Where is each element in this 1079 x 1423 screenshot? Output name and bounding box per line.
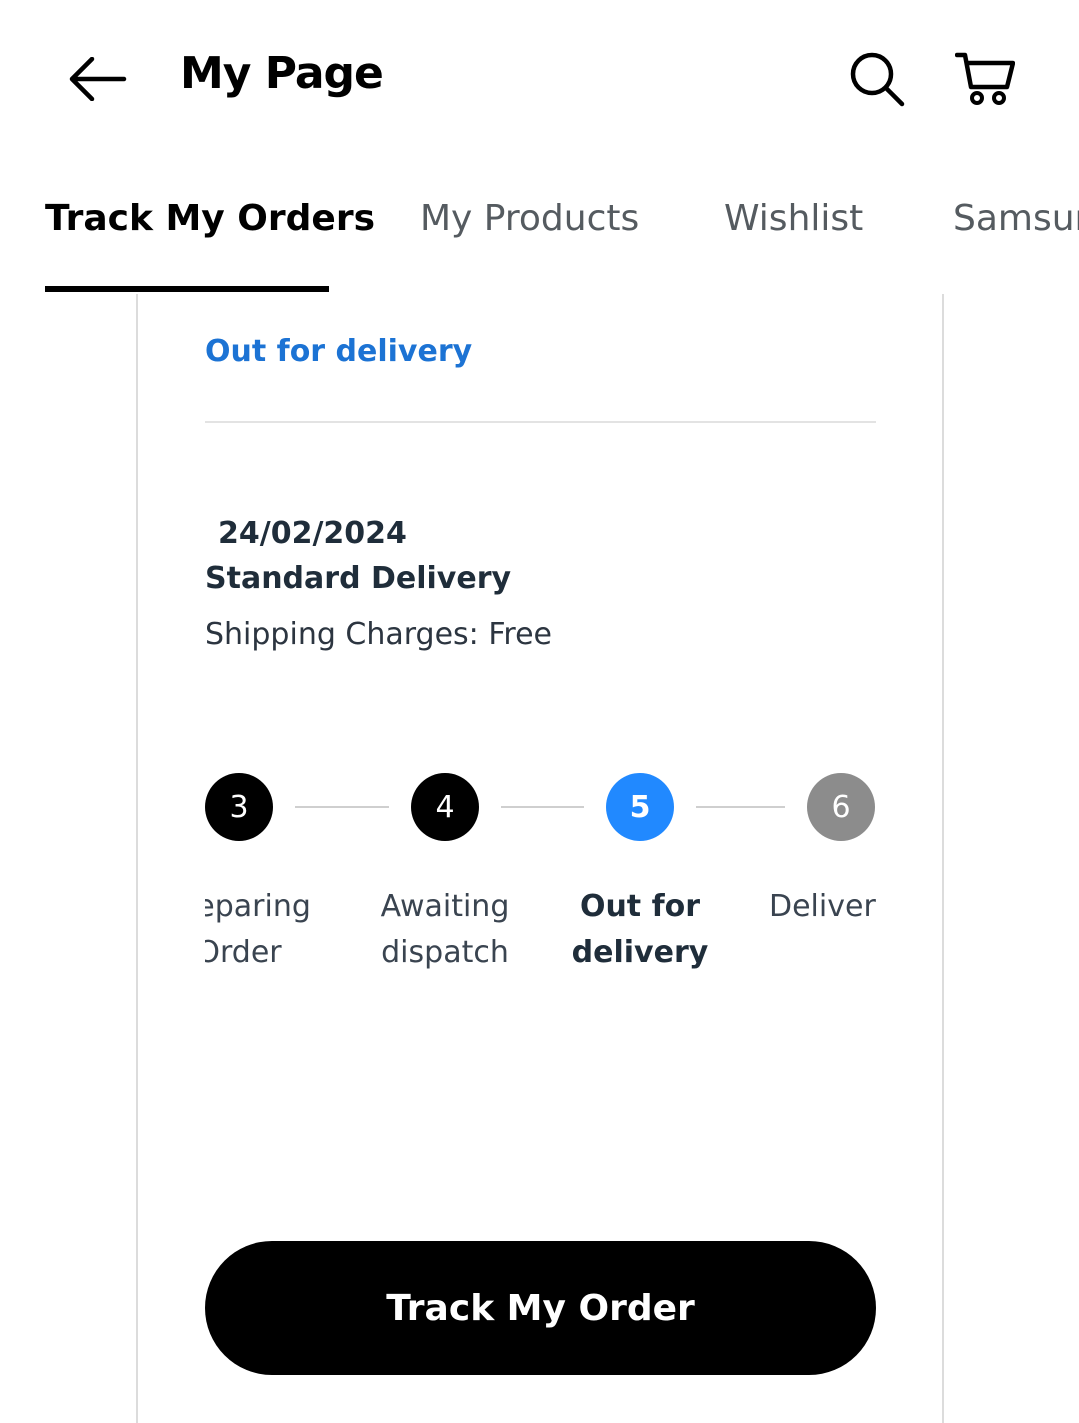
step-connector [696,806,785,808]
tab-samsung[interactable]: Samsung [953,198,1079,239]
search-button[interactable] [844,46,910,112]
step-label-line: Order [205,935,282,970]
delivery-type: Standard Delivery [205,561,512,596]
tab-bar: Track My Orders My Products Wishlist Sam… [0,170,1079,294]
step-circle: 3 [205,773,273,841]
step-label-line: dispatch [381,935,509,970]
step-label: Delivered [769,884,876,930]
cart-button[interactable] [950,46,1020,112]
step-connector [295,806,389,808]
active-tab-indicator [45,286,329,292]
back-button[interactable] [58,46,138,112]
tab-my-products[interactable]: My Products [420,198,639,239]
step-label-line: delivery [571,935,709,970]
tab-wishlist[interactable]: Wishlist [724,198,863,239]
shipping-charges: Shipping Charges: Free [205,617,552,652]
track-my-order-button[interactable]: Track My Order [205,1241,876,1375]
order-status: Out for delivery [205,334,473,369]
step-label-line: Out for [579,889,701,924]
step-circle: 6 [807,773,875,841]
step-label-line: Preparing [205,889,311,924]
step-connector [501,806,584,808]
arrow-left-icon [69,57,127,101]
step-label: Preparing Order [205,884,329,976]
page-title: My Page [180,48,384,99]
step-label-current: Out for delivery [550,884,730,976]
search-icon [850,52,905,107]
app-header: My Page [0,0,1079,160]
step-circle: 5 [606,773,674,841]
step-label: Awaiting dispatch [355,884,535,976]
order-progress-stepper: 3 4 5 6 Preparing Order Awaiting dispatc… [205,760,876,1000]
cart-icon [955,52,1015,105]
delivery-date: 24/02/2024 [218,516,407,551]
step-circle: 4 [411,773,479,841]
divider [205,421,876,423]
step-label-line: Delivered [769,889,876,924]
tab-track-my-orders[interactable]: Track My Orders [45,198,375,239]
step-label-line: Awaiting [380,889,510,924]
